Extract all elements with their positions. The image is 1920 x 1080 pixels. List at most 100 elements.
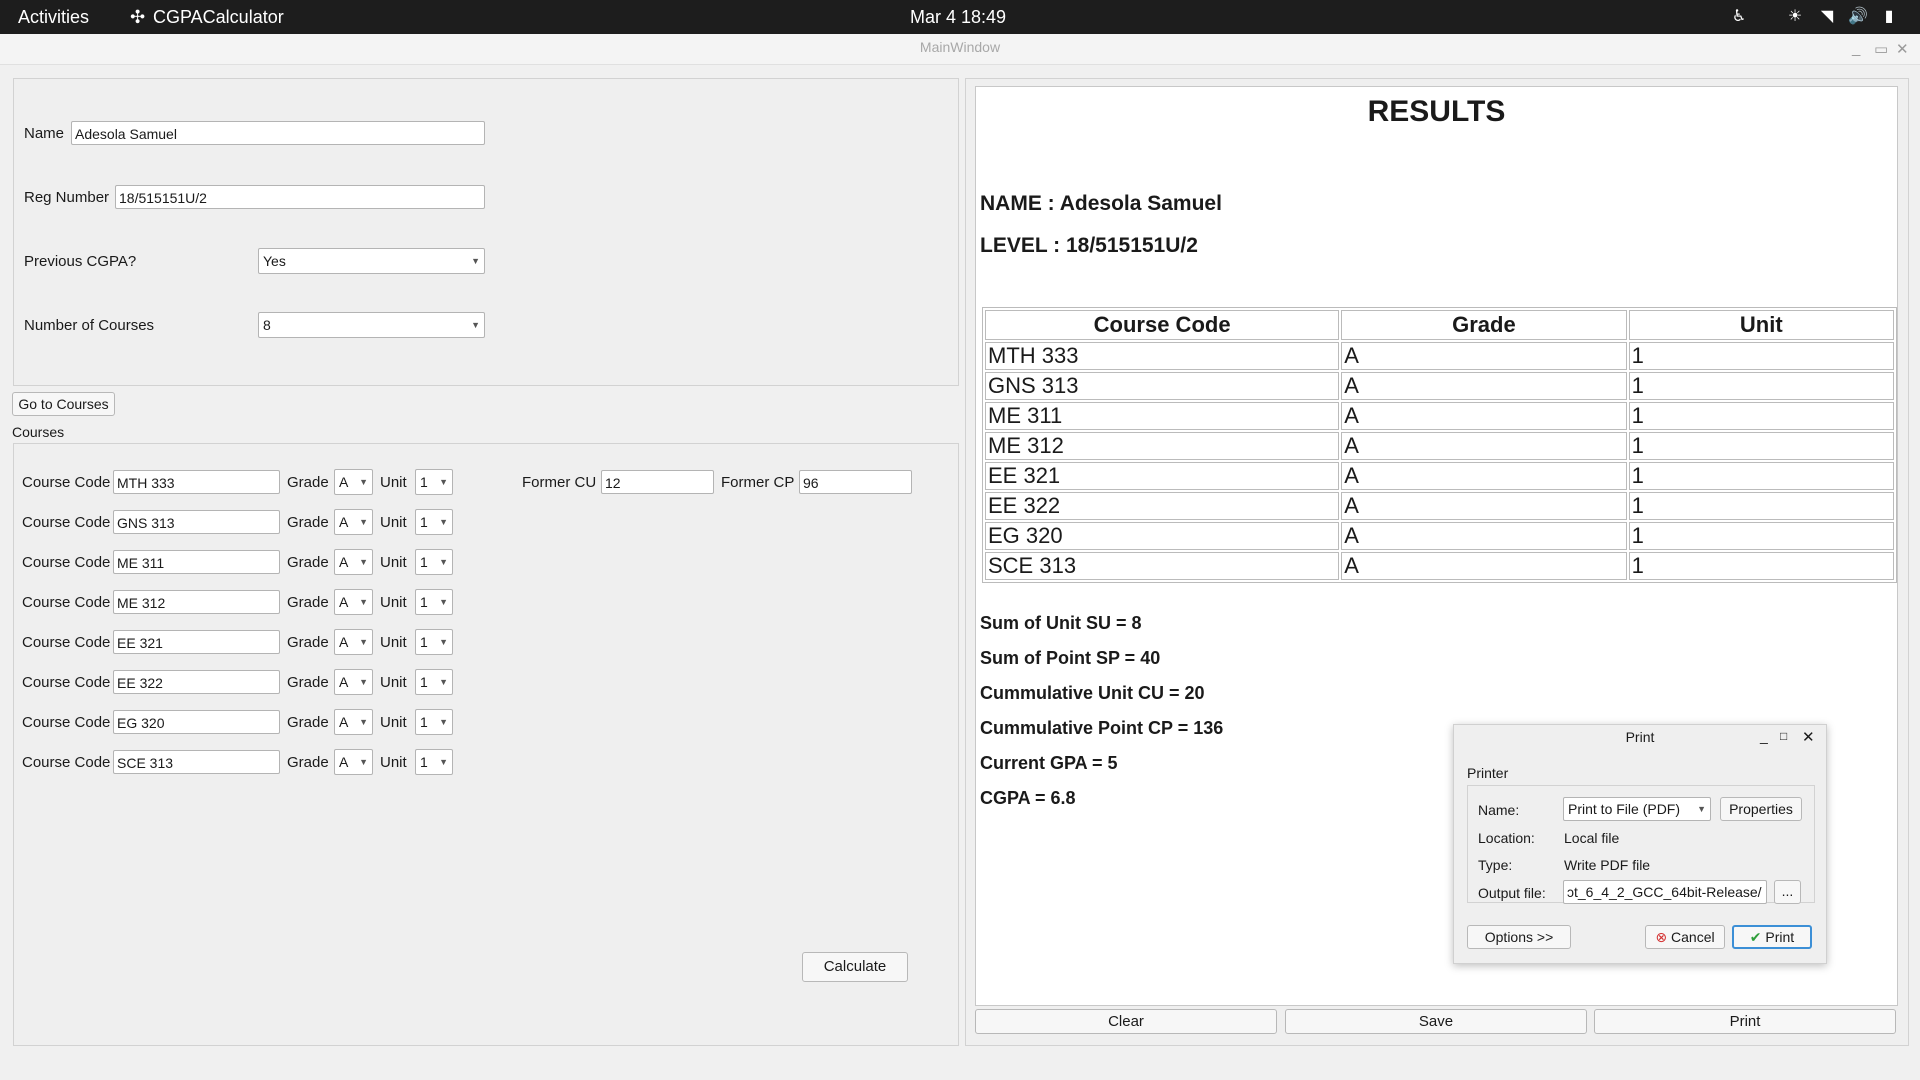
printer-group-title: Printer [1467,765,1509,781]
former-cp-input[interactable]: 96 [799,470,912,494]
summary-line: Sum of Unit SU = 8 [980,613,1142,633]
minimize-icon[interactable]: _ [1852,40,1860,57]
calculate-button[interactable]: Calculate [802,952,908,982]
unit-cell: 1 [1628,462,1894,490]
table-row: MTH 333 A 1 [985,342,1894,370]
grade-select[interactable]: A ▼ [334,509,373,535]
grade-select[interactable]: A ▼ [334,709,373,735]
course-code-cell: SCE 313 [985,552,1340,580]
unit-value: 1 [420,474,428,490]
browse-button[interactable]: ... [1774,880,1801,904]
reg-number-input[interactable]: 18/515151U/2 [115,185,485,209]
chevron-down-icon: ▼ [359,677,368,687]
unit-select[interactable]: 1 ▼ [415,669,453,695]
grade-select[interactable]: A ▼ [334,589,373,615]
close-icon[interactable]: ✕ [1896,40,1909,58]
grade-cell: A [1341,522,1627,550]
print-button[interactable]: Print [1594,1009,1896,1034]
unit-cell: 1 [1628,342,1894,370]
window-titlebar: MainWindow _ ▭ ✕ [0,34,1920,65]
accessibility-icon[interactable]: ♿ [1730,8,1748,26]
chevron-down-icon: ▼ [1697,804,1706,814]
chevron-down-icon: ▼ [359,717,368,727]
grade-select[interactable]: A ▼ [334,669,373,695]
grade-select[interactable]: A ▼ [334,549,373,575]
battery-icon[interactable]: ▮ [1880,8,1898,26]
course-code-input[interactable]: EE 321 [113,630,280,654]
maximize-icon[interactable]: □ [1780,729,1787,743]
column-header-course-code: Course Code [985,310,1340,340]
previous-cgpa-select[interactable]: Yes ▼ [258,248,485,274]
number-of-courses-select[interactable]: 8 ▼ [258,312,485,338]
output-file-input[interactable]: ɔt_6_4_2_GCC_64bit-Release/ [1563,880,1767,904]
course-code-label: Course Code [22,714,111,731]
course-code-cell: EE 321 [985,462,1340,490]
printer-name-select[interactable]: Print to File (PDF) ▼ [1563,797,1711,821]
grade-cell: A [1341,402,1627,430]
unit-select[interactable]: 1 ▼ [415,709,453,735]
grade-select[interactable]: A ▼ [334,749,373,775]
chevron-down-icon: ▼ [439,717,448,727]
unit-label: Unit [380,674,407,691]
unit-value: 1 [420,634,428,650]
close-icon[interactable]: ✕ [1802,728,1815,746]
table-row: SCE 313 A 1 [985,552,1894,580]
volume-icon[interactable]: 🔊 [1848,8,1868,26]
clock[interactable]: Mar 4 18:49 [910,7,1006,28]
course-code-cell: MTH 333 [985,342,1340,370]
grade-cell: A [1341,432,1627,460]
course-code-input[interactable]: EG 320 [113,710,280,734]
cancel-button[interactable]: ⊗ Cancel [1645,925,1725,949]
minimize-icon[interactable]: _ [1760,728,1768,744]
options-button[interactable]: Options >> [1467,925,1571,949]
type-value: Write PDF file [1564,857,1651,873]
course-code-input[interactable]: ME 312 [113,590,280,614]
course-code-input[interactable]: EE 322 [113,670,280,694]
number-of-courses-label: Number of Courses [24,317,155,334]
course-code-input[interactable]: ME 311 [113,550,280,574]
go-to-courses-button[interactable]: Go to Courses [12,392,115,416]
unit-value: 1 [420,594,428,610]
unit-select[interactable]: 1 ▼ [415,749,453,775]
unit-select[interactable]: 1 ▼ [415,629,453,655]
chevron-down-icon: ▼ [471,320,480,330]
course-code-label: Course Code [22,554,111,571]
grade-cell: A [1341,342,1627,370]
clear-button[interactable]: Clear [975,1009,1277,1034]
app-menu-label[interactable]: CGPACalculator [153,7,284,28]
wifi-icon[interactable]: ◥ [1818,8,1836,26]
properties-button[interactable]: Properties [1720,797,1802,821]
chevron-down-icon: ▼ [439,677,448,687]
chevron-down-icon: ▼ [439,637,448,647]
maximize-icon[interactable]: ▭ [1874,40,1888,58]
grade-select[interactable]: A ▼ [334,629,373,655]
unit-select[interactable]: 1 ▼ [415,469,453,495]
results-name-line: NAME : Adesola Samuel [980,192,1222,215]
column-header-unit: Unit [1628,310,1894,340]
save-button[interactable]: Save [1285,1009,1587,1034]
unit-label: Unit [380,754,407,771]
grade-label: Grade [287,554,329,571]
grade-label: Grade [287,514,329,531]
printer-name-value: Print to File (PDF) [1568,801,1681,817]
summary-line: Cummulative Point CP = 136 [980,718,1224,738]
course-code-input[interactable]: MTH 333 [113,470,280,494]
former-cp-label: Former CP [721,474,795,491]
location-label: Location: [1478,830,1535,846]
activities-button[interactable]: Activities [18,7,89,28]
former-cu-input[interactable]: 12 [601,470,714,494]
column-header-grade: Grade [1341,310,1627,340]
chevron-down-icon: ▼ [359,757,368,767]
grade-select[interactable]: A ▼ [334,469,373,495]
unit-select[interactable]: 1 ▼ [415,589,453,615]
course-code-input[interactable]: SCE 313 [113,750,280,774]
grade-value: A [339,594,349,610]
unit-value: 1 [420,554,428,570]
unit-select[interactable]: 1 ▼ [415,509,453,535]
course-code-input[interactable]: GNS 313 [113,510,280,534]
name-input[interactable]: Adesola Samuel [71,121,485,145]
app-menu-icon[interactable]: ✣ [130,7,145,28]
brightness-icon[interactable]: ☀ [1786,8,1804,26]
unit-select[interactable]: 1 ▼ [415,549,453,575]
dialog-print-button[interactable]: ✔ Print [1732,925,1812,949]
